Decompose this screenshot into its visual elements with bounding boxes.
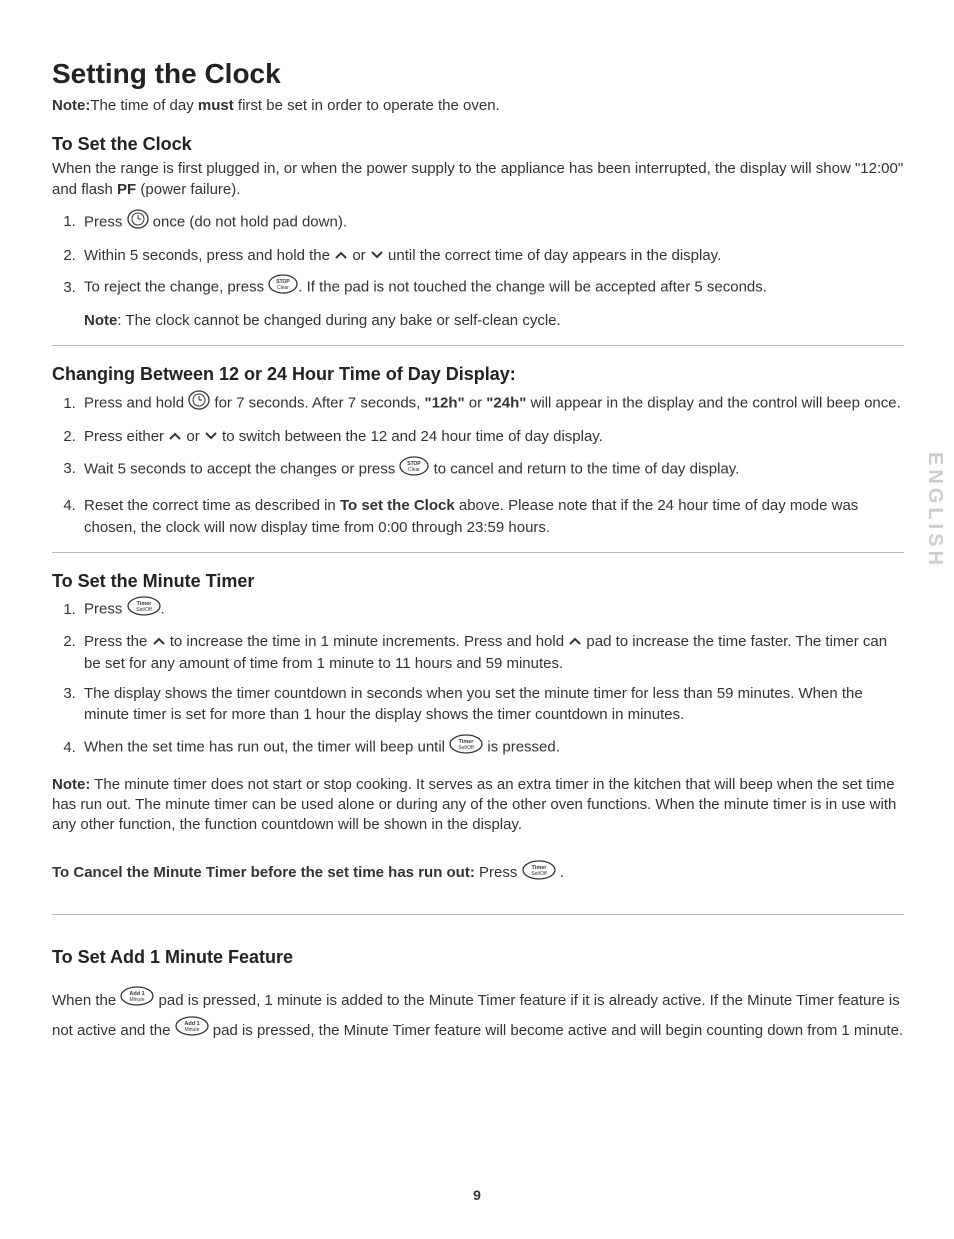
timer-icon: TimerSet/Off xyxy=(449,734,483,761)
step-text: Press the xyxy=(84,633,152,650)
section-hour-display: Changing Between 12 or 24 Hour Time of D… xyxy=(52,364,904,538)
svg-text:Set/Off: Set/Off xyxy=(531,871,547,877)
twentyfour-h: "24h" xyxy=(486,395,526,412)
cancel-period: . xyxy=(556,864,564,881)
heading-minute-timer: To Set the Minute Timer xyxy=(52,571,904,592)
pf-label: PF xyxy=(117,181,136,198)
heading-hour-display: Changing Between 12 or 24 Hour Time of D… xyxy=(52,364,904,385)
svg-text:Minute: Minute xyxy=(184,1027,199,1033)
note-text: The minute timer does not start or stop … xyxy=(52,776,896,834)
list-item: Press either or to switch between the 12… xyxy=(80,426,904,448)
step-text: Press either xyxy=(84,428,168,445)
timer-icon: TimerSet/Off xyxy=(522,860,556,886)
set-clock-intro-2: (power failure). xyxy=(136,181,240,198)
down-arrow-icon xyxy=(370,245,384,267)
intro-text-2: first be set in order to operate the ove… xyxy=(234,97,500,114)
add-1-minute-icon: Add 1Minute xyxy=(120,986,154,1017)
note-label: Note: xyxy=(52,776,90,793)
note-label: Note xyxy=(84,312,117,329)
to-set-clock-ref: To set the Clock xyxy=(340,497,455,514)
note-text: : The clock cannot be changed during any… xyxy=(117,312,560,329)
list-item: Within 5 seconds, press and hold the or … xyxy=(80,245,904,267)
minute-steps: Press TimerSet/Off. Press the to increas… xyxy=(52,596,904,761)
svg-text:Set/Off: Set/Off xyxy=(136,607,152,613)
hour-steps: Press and hold for 7 seconds. After 7 se… xyxy=(52,389,904,538)
list-item: Reset the correct time as described in T… xyxy=(80,495,904,539)
list-item: Press once (do not hold pad down). xyxy=(80,208,904,237)
svg-text:Set/Off: Set/Off xyxy=(458,745,474,751)
add-1-minute-icon: Add 1Minute xyxy=(175,1016,209,1047)
page-title: Setting the Clock xyxy=(52,58,904,90)
step-text: Reset the correct time as described in xyxy=(84,497,340,514)
step-text: or xyxy=(348,247,370,264)
up-arrow-icon xyxy=(568,631,582,653)
up-arrow-icon xyxy=(168,426,182,448)
add-1-text: When the Add 1Minute pad is pressed, 1 m… xyxy=(52,986,904,1047)
list-item: Wait 5 seconds to accept the changes or … xyxy=(80,456,904,483)
step-text: will appear in the display and the contr… xyxy=(526,395,900,412)
clock-icon xyxy=(188,389,210,418)
clock-icon xyxy=(127,208,149,237)
step-text: . xyxy=(161,601,165,618)
timer-icon: TimerSet/Off xyxy=(127,596,161,623)
stop-clear-icon: STOPClear xyxy=(268,274,298,301)
list-item: To reject the change, press STOPClear. I… xyxy=(80,274,904,331)
heading-add-1-minute: To Set Add 1 Minute Feature xyxy=(52,947,904,968)
section-set-clock: To Set the Clock When the range is first… xyxy=(52,134,904,331)
twelve-h: "12h" xyxy=(425,395,465,412)
divider xyxy=(52,552,904,553)
step-text: When the set time has run out, the timer… xyxy=(84,739,449,756)
intro-must: must xyxy=(198,97,234,114)
divider xyxy=(52,345,904,346)
intro-text-1: The time of day xyxy=(90,97,198,114)
step-text: Press xyxy=(84,213,127,230)
step-text: To reject the change, press xyxy=(84,279,268,296)
up-arrow-icon xyxy=(152,631,166,653)
step-text: until the correct time of day appears in… xyxy=(384,247,721,264)
list-item: The display shows the timer countdown in… xyxy=(80,683,904,727)
step-text: Wait 5 seconds to accept the changes or … xyxy=(84,460,399,477)
heading-set-clock: To Set the Clock xyxy=(52,134,904,155)
cancel-text: Press xyxy=(475,864,522,881)
intro-note: Note:The time of day must first be set i… xyxy=(52,96,904,116)
list-item: Press and hold for 7 seconds. After 7 se… xyxy=(80,389,904,418)
step-text: Press xyxy=(84,601,127,618)
stop-clear-icon: STOPClear xyxy=(399,456,429,483)
list-item: Press the to increase the time in 1 minu… xyxy=(80,631,904,675)
step-text: to cancel and return to the time of day … xyxy=(429,460,739,477)
set-clock-steps: Press once (do not hold pad down). Withi… xyxy=(52,208,904,332)
svg-text:Clear: Clear xyxy=(408,467,420,473)
list-item: When the set time has run out, the timer… xyxy=(80,734,904,761)
step-text: to increase the time in 1 minute increme… xyxy=(166,633,569,650)
step-text: or xyxy=(182,428,204,445)
set-clock-intro: When the range is first plugged in, or w… xyxy=(52,159,904,200)
svg-text:Clear: Clear xyxy=(277,285,289,291)
step-text: . If the pad is not touched the change w… xyxy=(298,279,767,296)
svg-text:Minute: Minute xyxy=(130,997,145,1003)
cancel-label: To Cancel the Minute Timer before the se… xyxy=(52,864,475,881)
step-text: to switch between the 12 and 24 hour tim… xyxy=(218,428,603,445)
step-text: Within 5 seconds, press and hold the xyxy=(84,247,334,264)
language-tab: ENGLISH xyxy=(923,452,946,569)
divider xyxy=(52,914,904,915)
add1-text-1: When the xyxy=(52,992,120,1009)
minute-note: Note: The minute timer does not start or… xyxy=(52,775,904,836)
step-text: is pressed. xyxy=(483,739,560,756)
page-container: Setting the Clock Note:The time of day m… xyxy=(0,0,954,1239)
step-text: for 7 seconds. After 7 seconds, xyxy=(210,395,424,412)
page-number: 9 xyxy=(0,1187,954,1203)
list-item: Press TimerSet/Off. xyxy=(80,596,904,623)
step-text: The display shows the timer countdown in… xyxy=(84,685,863,724)
step-text: Press and hold xyxy=(84,395,188,412)
set-clock-note: Note: The clock cannot be changed during… xyxy=(84,311,904,331)
up-arrow-icon xyxy=(334,245,348,267)
section-minute-timer: To Set the Minute Timer Press TimerSet/O… xyxy=(52,571,904,886)
step-text: or xyxy=(465,395,487,412)
down-arrow-icon xyxy=(204,426,218,448)
step-text: once (do not hold pad down). xyxy=(149,213,347,230)
add1-text-3: pad is pressed, the Minute Timer feature… xyxy=(209,1023,904,1040)
cancel-timer: To Cancel the Minute Timer before the se… xyxy=(52,860,904,886)
note-label: Note: xyxy=(52,97,90,114)
section-add-1-minute: To Set Add 1 Minute Feature When the Add… xyxy=(52,947,904,1047)
